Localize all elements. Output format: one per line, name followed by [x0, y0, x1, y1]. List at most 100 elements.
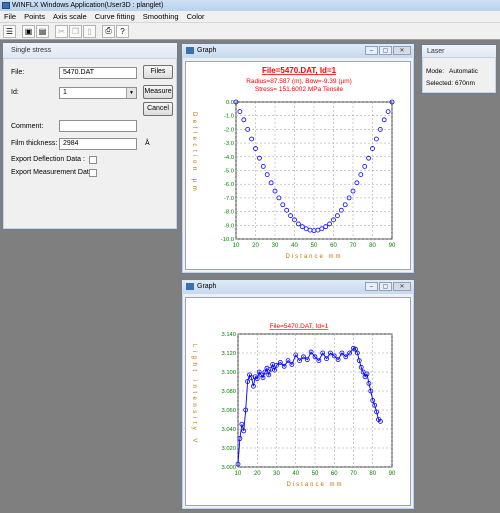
single-stress-title: Single stress [3, 43, 177, 59]
y-tick-label: 3.020 [221, 446, 236, 452]
y-axis-label: Deflection µm [191, 112, 197, 194]
x-tick-label: 50 [312, 471, 319, 477]
menu-axis-scale[interactable]: Axis scale [49, 12, 91, 21]
export-measurement-checkbox[interactable] [89, 169, 97, 177]
data-point [241, 117, 247, 123]
deflection-graph-area: File=5470.DAT, Id=1 Radius=87.587 (m), B… [185, 61, 411, 270]
intensity-chart-heading: File=5470.DAT, Id=1 [270, 323, 329, 330]
comment-field[interactable] [59, 120, 137, 132]
x-tick-label: 60 [330, 243, 337, 249]
graph-window-title-bar: Graph – ▢ ✕ [182, 280, 414, 294]
maximize-icon[interactable]: ▢ [379, 282, 392, 291]
x-tick-label: 90 [389, 243, 396, 249]
x-tick-label: 10 [233, 243, 240, 249]
x-tick-label: 40 [292, 471, 299, 477]
deflection-graph-window: Graph – ▢ ✕ File=5470.DAT, Id=1 Radius=8… [181, 43, 415, 274]
file-field[interactable]: 5470.DAT [59, 67, 137, 79]
help-icon[interactable]: ? [116, 24, 129, 38]
menu-curve-fitting[interactable]: Curve fitting [91, 12, 139, 21]
data-point [237, 109, 243, 114]
y-tick-label: -10.0 [221, 237, 234, 243]
measure-button[interactable]: Measure [143, 85, 173, 99]
x-tick-label: 90 [389, 471, 396, 477]
comment-label: Comment: [11, 123, 44, 130]
data-point [362, 163, 368, 169]
x-tick-label: 70 [350, 471, 357, 477]
maximize-icon[interactable]: ▢ [379, 46, 392, 55]
x-axis-label: Distance mm [285, 254, 342, 260]
id-label: Id: [11, 89, 19, 96]
data-point [385, 109, 391, 114]
data-point [303, 226, 309, 232]
y-tick-label: 3.040 [221, 427, 236, 433]
chevron-down-icon[interactable]: ▼ [126, 88, 136, 98]
y-tick-label: -1.0 [224, 114, 234, 120]
x-tick-label: 80 [369, 243, 376, 249]
print-icon[interactable]: ⎙ [102, 24, 115, 38]
files-button[interactable]: Files [143, 65, 173, 79]
y-tick-label: -2.0 [224, 127, 234, 133]
y-tick-label: -9.0 [224, 223, 234, 229]
menu-smoothing[interactable]: Smoothing [139, 12, 183, 21]
export-deflection-checkbox[interactable] [89, 156, 97, 164]
laser-selected-label: Selected: [426, 80, 454, 87]
x-tick-label: 10 [235, 471, 242, 477]
list-icon[interactable]: ☰ [3, 24, 16, 38]
graph-window-icon [186, 283, 194, 290]
app-icon [2, 2, 10, 9]
toolbar: ☰ ▣ ▤ ✂ ❐ ▯ ⎙ ? [0, 23, 500, 40]
y-tick-label: -3.0 [224, 141, 234, 147]
intensity-graph-area: File=5470.DAT, Id=1 10 20 30 40 50 60 70 80 90 3.… [185, 297, 411, 506]
menu-color[interactable]: Color [183, 12, 209, 21]
y-axis-label: Light intensity V [191, 344, 197, 446]
y-tick-label: 3.100 [221, 370, 236, 376]
data-point [373, 136, 379, 142]
close-icon[interactable]: ✕ [393, 282, 411, 291]
x-tick-label: 70 [350, 243, 357, 249]
y-tick-label: 3.000 [221, 465, 236, 471]
x-tick-label: 80 [369, 471, 376, 477]
laser-selected-value: 670nm [455, 80, 475, 87]
x-tick-label: 40 [291, 243, 298, 249]
id-dropdown[interactable]: 1 ▼ [59, 87, 137, 99]
deflection-radius-text: Radius=87.587 (m), Bow=-9.39 (µm) [246, 78, 352, 85]
copy-icon[interactable]: ❐ [69, 24, 82, 38]
cancel-button[interactable]: Cancel [143, 102, 173, 116]
paste-icon[interactable]: ▯ [83, 24, 96, 38]
x-tick-label: 30 [273, 471, 280, 477]
app-title-bar: WINFLX Windows Application(User3D : plan… [0, 0, 500, 11]
deflection-chart: File=5470.DAT, Id=1 Radius=87.587 (m), B… [191, 66, 396, 260]
app-title: WINFLX Windows Application(User3D : plan… [12, 2, 164, 9]
film-thickness-label: Film thickness: [11, 140, 58, 147]
minimize-icon[interactable]: – [365, 282, 378, 291]
y-tick-label: 3.060 [221, 408, 236, 414]
cut-icon[interactable]: ✂ [55, 24, 68, 38]
data-point [315, 227, 321, 233]
laser-mode-value: Automatic [449, 68, 478, 75]
data-point [296, 221, 301, 227]
film-thickness-field[interactable]: 2984 [59, 138, 137, 150]
y-tick-label: 3.120 [221, 351, 236, 357]
y-tick-label: 3.080 [221, 389, 236, 395]
data-point [342, 202, 348, 208]
data-point [257, 155, 262, 161]
id-dropdown-value: 1 [63, 89, 67, 96]
y-tick-label: -8.0 [224, 210, 234, 216]
menu-points[interactable]: Points [20, 12, 49, 21]
close-icon[interactable]: ✕ [393, 46, 411, 55]
intensity-chart: File=5470.DAT, Id=1 10 20 30 40 50 60 70 80 90 3.… [191, 323, 396, 488]
x-tick-label: 60 [331, 471, 338, 477]
data-point [260, 163, 266, 169]
file-label: File: [11, 69, 25, 76]
graph-window-title: Graph [197, 283, 217, 290]
export-deflection-label: Export Deflection Data : [11, 156, 85, 163]
x-tick-label: 30 [272, 243, 279, 249]
y-tick-label: 0.0 [226, 100, 234, 106]
save-icon[interactable]: ▤ [36, 24, 49, 38]
menu-file[interactable]: File [0, 12, 20, 21]
minimize-icon[interactable]: – [365, 46, 378, 55]
data-point [268, 180, 274, 186]
single-stress-panel: Single stress File: 5470.DAT Files Id: 1… [2, 42, 178, 230]
data-point [358, 172, 364, 178]
open-folder-icon[interactable]: ▣ [22, 24, 35, 38]
